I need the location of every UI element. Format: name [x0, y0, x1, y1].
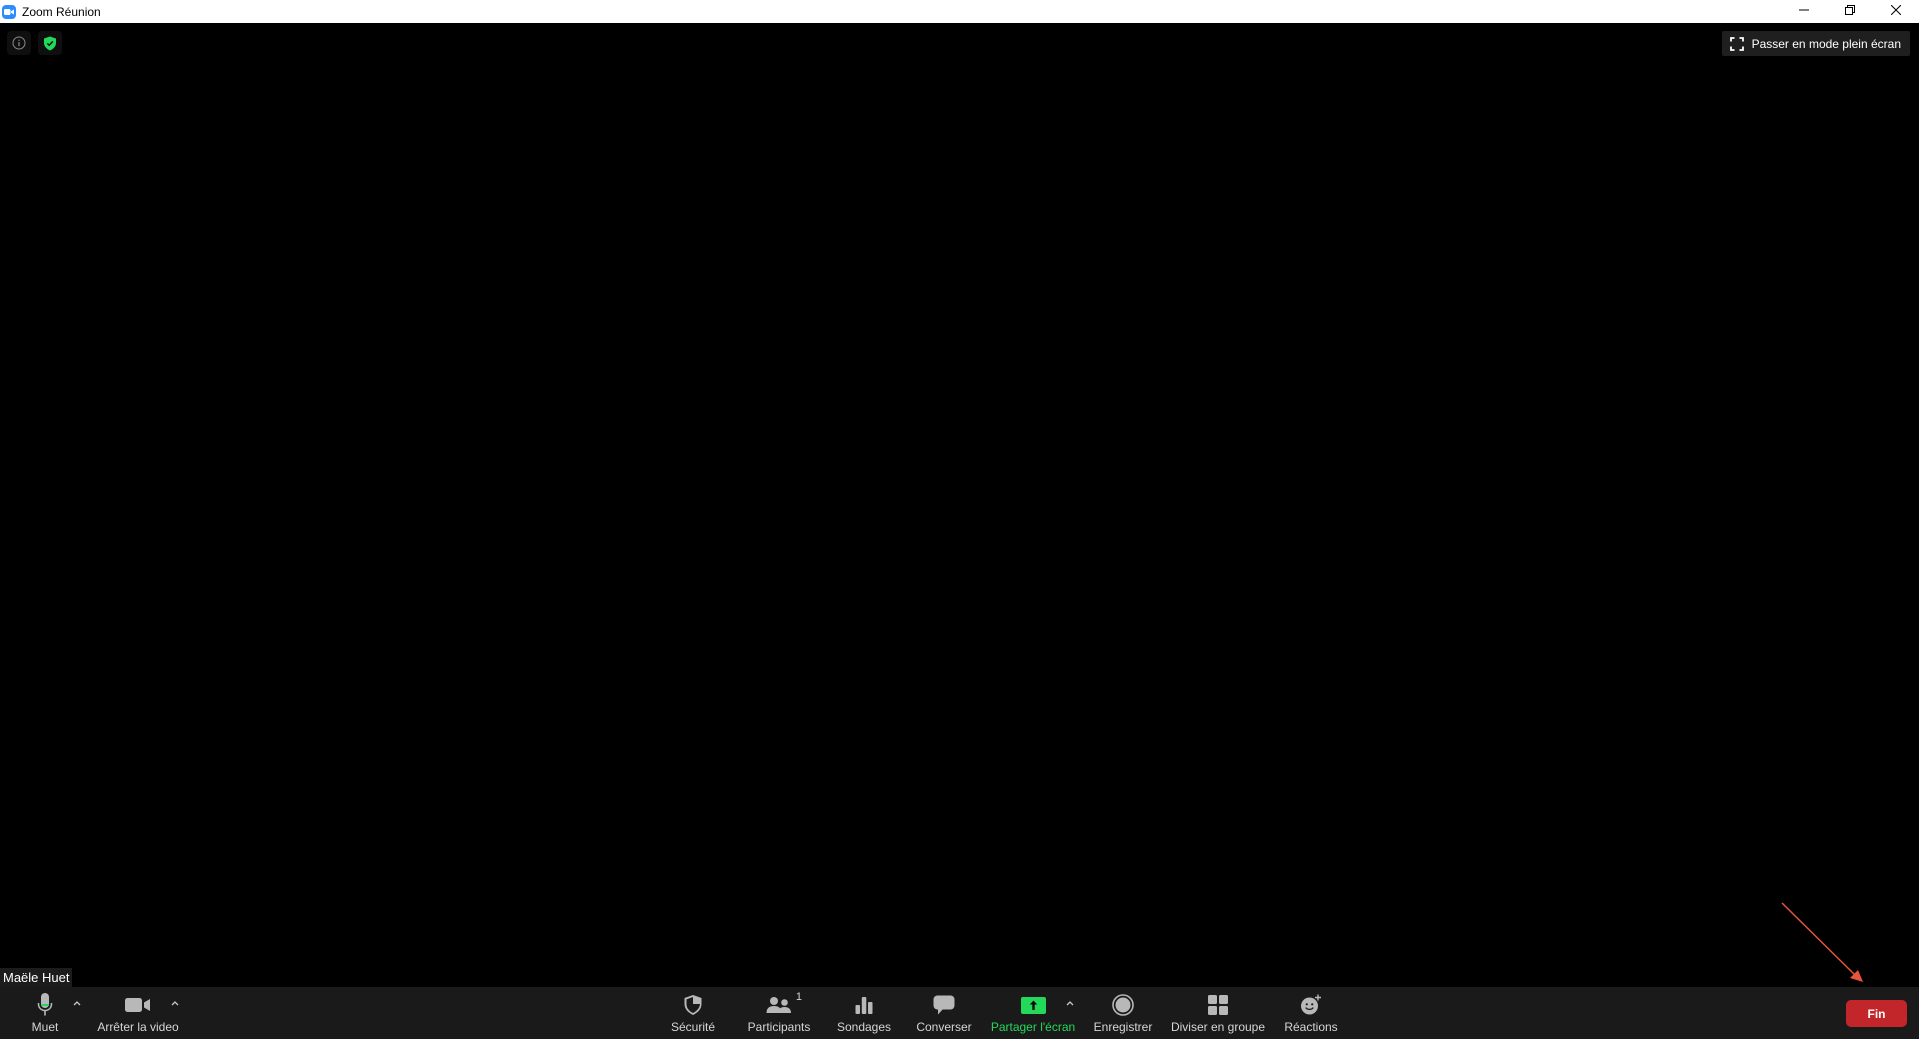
minimize-icon	[1799, 9, 1809, 11]
stop-video-label: Arrêter la video	[97, 1020, 179, 1034]
zoom-camera-icon	[2, 4, 16, 19]
shield-check-icon	[44, 36, 56, 50]
window-titlebar: Zoom Réunion	[0, 0, 1919, 23]
mute-label: Muet	[31, 1020, 59, 1034]
info-icon	[12, 36, 26, 50]
chat-bubble-icon	[933, 995, 955, 1015]
restore-button[interactable]	[1827, 0, 1873, 20]
meeting-info-button[interactable]	[7, 31, 31, 55]
participant-name-tag: Maële Huet	[0, 968, 73, 987]
encryption-status-button[interactable]	[38, 31, 62, 55]
shield-icon	[684, 995, 702, 1015]
stop-video-button[interactable]: Arrêter la video	[96, 987, 180, 1039]
participants-count-badge: 1	[795, 991, 802, 1003]
polls-label: Sondages	[836, 1020, 892, 1034]
breakout-rooms-button[interactable]: Diviser en groupe	[1168, 987, 1268, 1039]
microphone-icon	[37, 993, 53, 1016]
record-icon	[1112, 994, 1134, 1016]
close-button[interactable]	[1873, 0, 1919, 20]
share-screen-label: Partager l'écran	[990, 1020, 1076, 1034]
smiley-add-icon	[1301, 994, 1321, 1015]
reactions-button[interactable]: Réactions	[1282, 987, 1340, 1039]
restore-icon	[1845, 5, 1855, 15]
record-button[interactable]: Enregistrer	[1092, 987, 1154, 1039]
minimize-button[interactable]	[1781, 0, 1827, 20]
breakout-rooms-label: Diviser en groupe	[1170, 1020, 1266, 1034]
grid-icon	[1208, 995, 1228, 1015]
record-label: Enregistrer	[1093, 1020, 1153, 1034]
end-meeting-button[interactable]: Fin	[1846, 1000, 1907, 1027]
chat-button[interactable]: Converser	[915, 987, 973, 1039]
fullscreen-label: Passer en mode plein écran	[1751, 36, 1901, 51]
fullscreen-button[interactable]: Passer en mode plein écran	[1721, 31, 1910, 56]
video-stage: Passer en mode plein écran	[0, 23, 1919, 987]
bar-chart-icon	[855, 997, 873, 1014]
audio-options-caret-icon[interactable]	[72, 999, 82, 1007]
video-camera-icon	[125, 998, 150, 1012]
security-label: Sécurité	[670, 1020, 716, 1034]
fullscreen-icon	[1729, 36, 1744, 51]
close-icon	[1891, 5, 1901, 15]
video-options-caret-icon[interactable]	[170, 999, 180, 1007]
share-screen-button[interactable]: Partager l'écran	[990, 987, 1076, 1039]
window-title: Zoom Réunion	[22, 4, 101, 19]
chat-label: Converser	[916, 1020, 972, 1034]
participants-button[interactable]: 1 Participants	[746, 987, 812, 1039]
share-screen-icon	[1020, 996, 1046, 1014]
mute-button[interactable]: Muet	[25, 987, 65, 1039]
participants-label: Participants	[747, 1020, 811, 1034]
share-options-caret-icon[interactable]	[1065, 999, 1075, 1007]
reactions-label: Réactions	[1284, 1020, 1338, 1034]
security-button[interactable]: Sécurité	[664, 987, 722, 1039]
participants-icon	[766, 997, 791, 1013]
meeting-toolbar: Muet Arrêter la video Sécurité 1 Partici…	[0, 987, 1919, 1039]
polls-button[interactable]: Sondages	[836, 987, 892, 1039]
